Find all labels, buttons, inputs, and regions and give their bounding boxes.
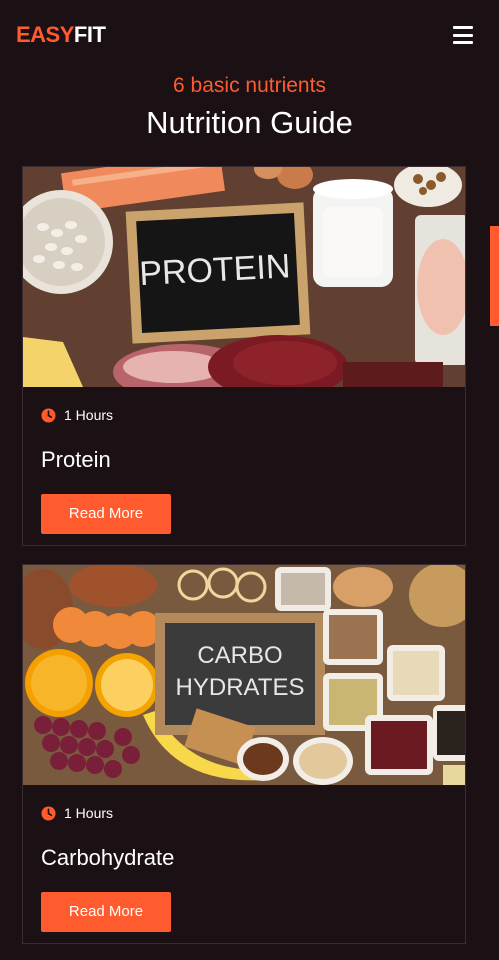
card-meta: 1 Hours bbox=[41, 803, 447, 823]
read-more-button[interactable]: Read More bbox=[41, 494, 171, 534]
nutrient-card-list: PROTEIN 1 Hours Protein Read More CARBO … bbox=[22, 166, 466, 960]
side-scroll-tab[interactable] bbox=[490, 226, 499, 326]
card-title[interactable]: Carbohydrate bbox=[41, 843, 447, 873]
card-body: 1 Hours Protein Read More bbox=[23, 387, 465, 534]
nutrient-card-protein: PROTEIN 1 Hours Protein Read More bbox=[22, 166, 466, 546]
card-meta: 1 Hours bbox=[41, 405, 447, 425]
logo-part-easy: EASY bbox=[16, 22, 74, 47]
card-title[interactable]: Protein bbox=[41, 445, 447, 475]
logo-part-fit: FIT bbox=[73, 22, 106, 47]
page: EASY FIT 6 basic nutrients Nutrition Guid… bbox=[0, 0, 499, 960]
hamburger-menu-icon[interactable] bbox=[453, 26, 473, 44]
carbohydrate-food-image[interactable]: CARBO HYDRATES bbox=[23, 565, 465, 785]
section-heading: 6 basic nutrients Nutrition Guide bbox=[0, 73, 499, 143]
card-body: 1 Hours Carbohydrate Read More bbox=[23, 785, 465, 932]
protein-food-image[interactable]: PROTEIN bbox=[23, 167, 465, 387]
section-subtitle: 6 basic nutrients bbox=[173, 74, 326, 97]
page-title: Nutrition Guide bbox=[146, 105, 353, 140]
carbo-board-line2: HYDRATES bbox=[176, 674, 305, 701]
top-navbar: EASY FIT bbox=[0, 0, 499, 70]
nutrient-card-carbohydrate: CARBO HYDRATES 1 Hours Carbohydrate Read… bbox=[22, 564, 466, 944]
read-more-button[interactable]: Read More bbox=[41, 892, 171, 932]
clock-icon bbox=[41, 805, 56, 821]
carbo-board-line1: CARBO bbox=[197, 642, 282, 669]
card-duration: 1 Hours bbox=[64, 407, 114, 423]
protein-board-text: PROTEIN bbox=[138, 247, 291, 293]
card-duration: 1 Hours bbox=[64, 805, 114, 821]
logo[interactable]: EASY FIT bbox=[16, 22, 106, 48]
clock-icon bbox=[41, 407, 56, 423]
